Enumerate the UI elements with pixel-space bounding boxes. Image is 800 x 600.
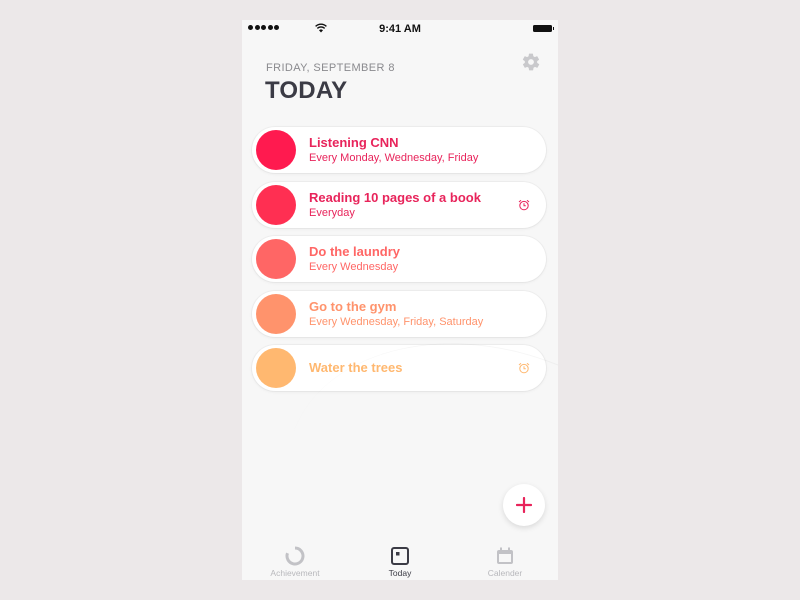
habit-title: Water the trees [309,360,403,375]
habit-schedule: Every Monday, Wednesday, Friday [309,152,479,164]
page-title: TODAY [265,77,348,104]
habit-item[interactable]: Go to the gym Every Wednesday, Friday, S… [252,291,546,337]
phone-screen: 9:41 AM FRIDAY, SEPTEMBER 8 TODAY Listen… [242,20,558,580]
habit-schedule: Everyday [309,207,355,219]
tab-label: Achievement [270,568,320,578]
status-time: 9:41 AM [379,23,421,35]
habit-color-dot[interactable] [256,348,296,388]
gear-icon[interactable] [521,52,541,72]
alarm-clock-icon[interactable] [518,199,530,211]
battery-icon [533,25,554,32]
alarm-clock-icon[interactable] [518,362,530,374]
tab-label: Calender [487,568,523,578]
calendar-icon [497,547,513,564]
habit-color-dot[interactable] [256,239,296,279]
add-habit-button[interactable] [503,484,545,526]
habit-item[interactable]: Water the trees [252,345,546,391]
habit-title: Listening CNN [309,135,399,150]
tab-calender[interactable]: Calender [455,544,555,580]
habit-item[interactable]: Do the laundry Every Wednesday [252,236,546,282]
tab-today[interactable]: Today [350,544,450,580]
tab-achievement[interactable]: Achievement [245,544,345,580]
habit-color-dot[interactable] [256,294,296,334]
habit-title: Reading 10 pages of a book [309,190,481,205]
habit-schedule: Every Wednesday [309,261,399,273]
habit-item[interactable]: Listening CNN Every Monday, Wednesday, F… [252,127,546,173]
habit-schedule: Every Wednesday, Friday, Saturday [309,316,484,328]
habit-title: Do the laundry [309,244,401,259]
plus-icon [516,497,532,513]
tab-label: Today [388,568,412,578]
progress-ring-icon [285,546,305,566]
status-bar: 9:41 AM [242,20,558,38]
habit-item[interactable]: Reading 10 pages of a book Everyday [252,182,546,228]
day-square-icon [391,547,409,565]
habit-color-dot[interactable] [256,130,296,170]
habit-color-dot[interactable] [256,185,296,225]
habit-title: Go to the gym [309,299,397,314]
current-date: FRIDAY, SEPTEMBER 8 [266,62,395,74]
